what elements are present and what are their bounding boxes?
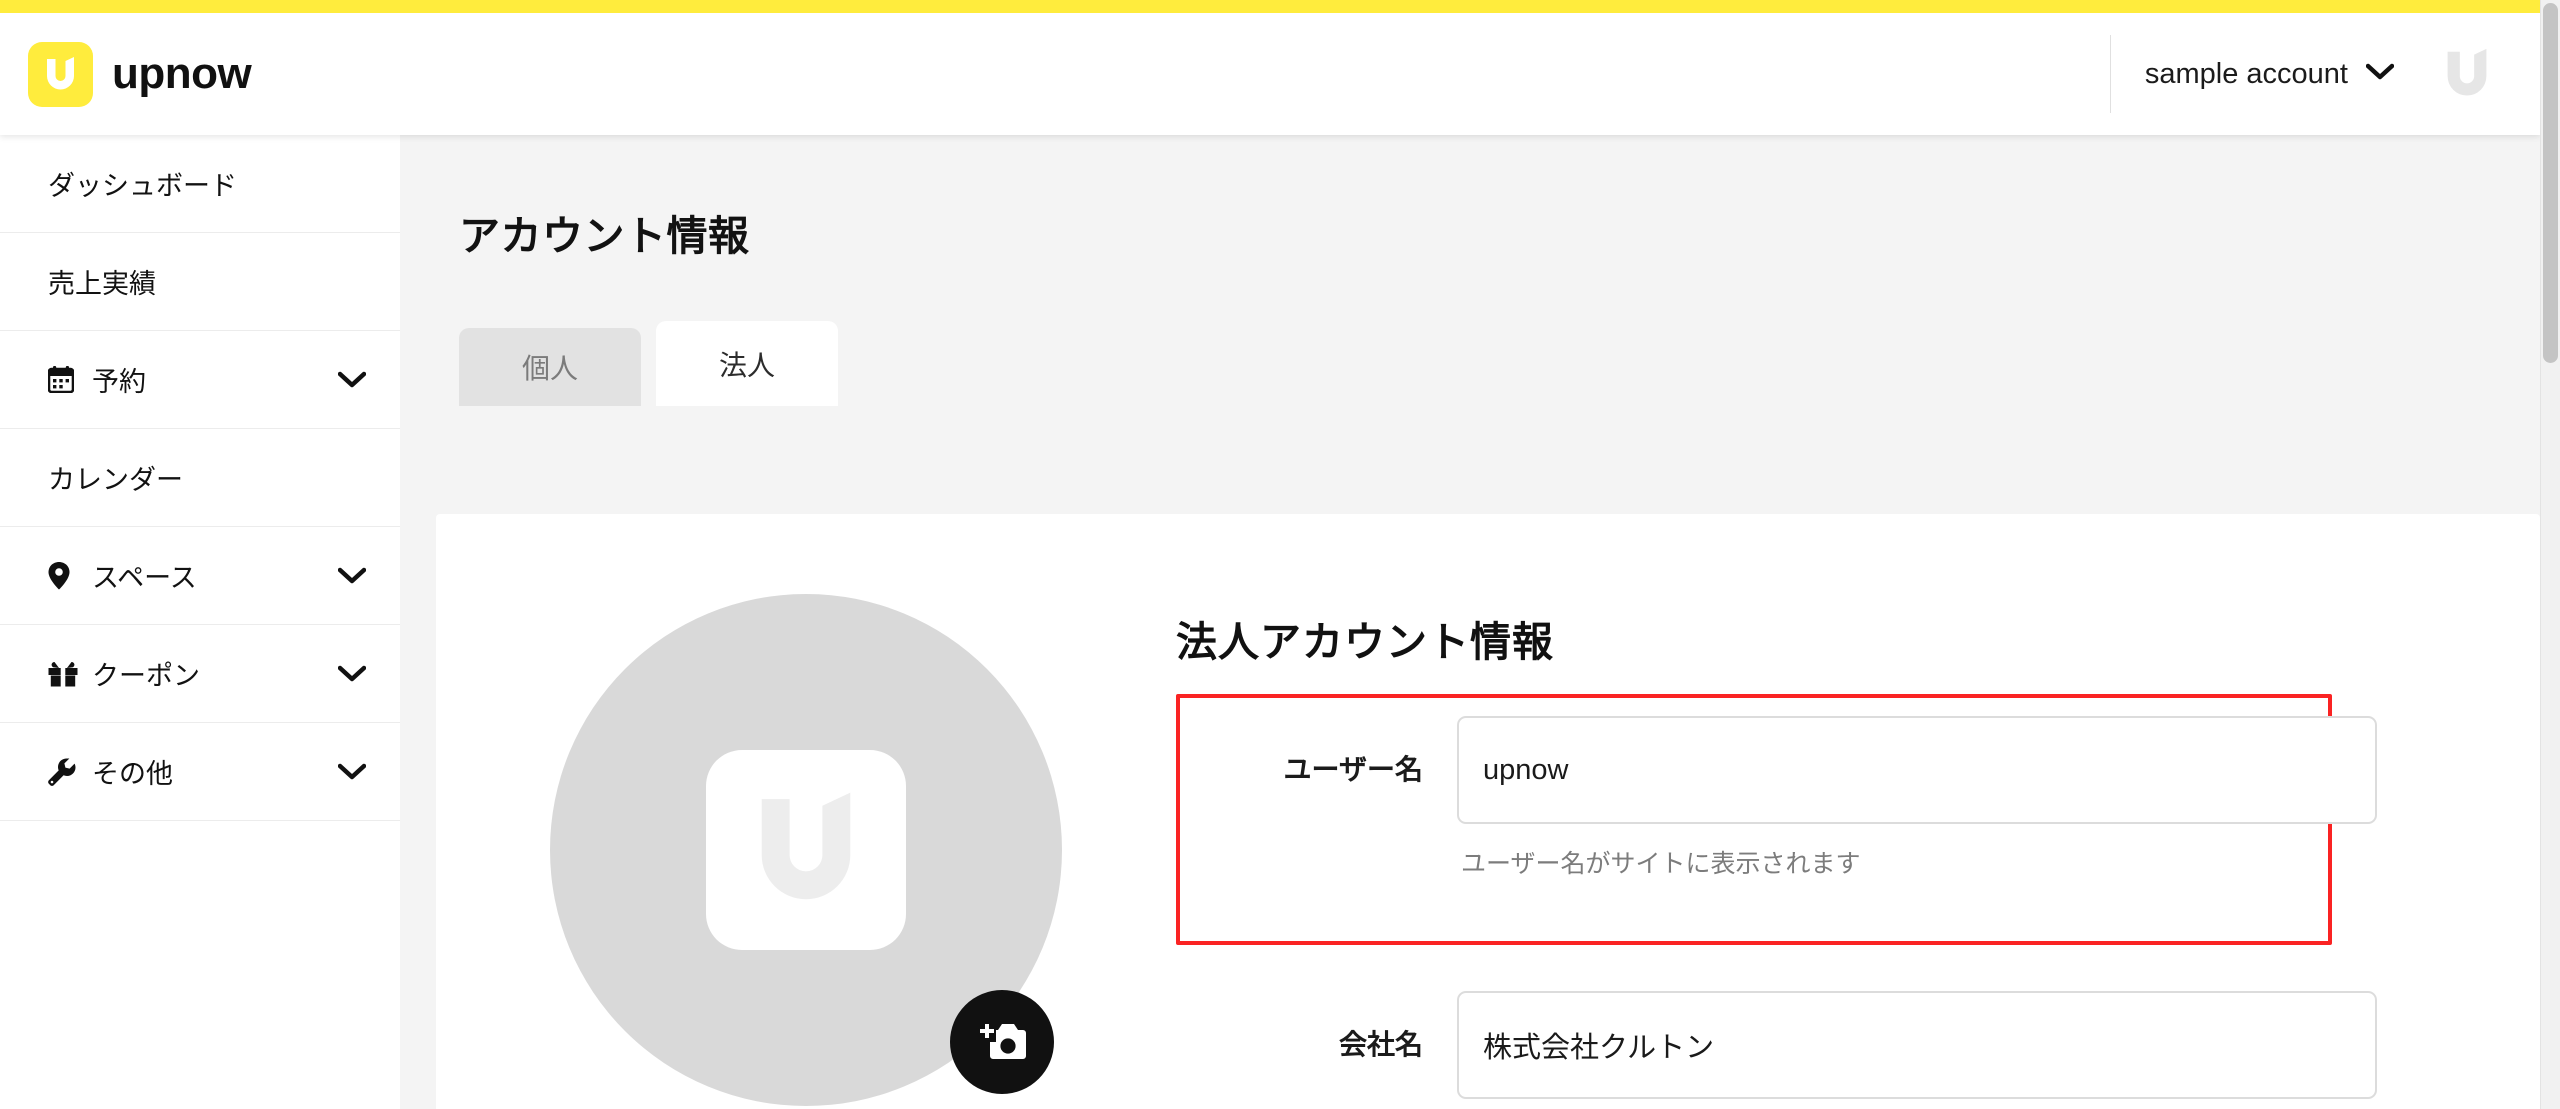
tab-label: 個人 (521, 353, 578, 384)
tab-personal[interactable]: 個人 (459, 328, 641, 406)
tab-label: 法人 (718, 349, 775, 381)
sidebar-item-space[interactable]: スペース (0, 527, 400, 625)
top-accent-bar (0, 0, 2540, 13)
map-pin-icon (48, 561, 82, 590)
field-username: ユーザー名 ユーザー名がサイトに表示されます (1212, 716, 2377, 880)
field-company-name: 会社名 (1212, 991, 2377, 1099)
brand-logo[interactable]: upnow (28, 41, 252, 107)
sidebar-nav: ダッシュボード 売上実績 予約 カレンダー スペース クーポン その他 (0, 135, 400, 1109)
sidebar-item-other[interactable]: その他 (0, 723, 400, 821)
sidebar-item-calendar[interactable]: カレンダー (0, 429, 400, 527)
account-form: 法人アカウント情報 ユーザー名 ユーザー名がサイトに表示されます 会社名 (1176, 576, 2540, 1109)
chevron-down-icon (2365, 63, 2395, 86)
sidebar-item-label: カレンダー (48, 465, 183, 495)
account-type-tabs: 個人 法人 (459, 321, 2540, 406)
sidebar-item-label: 予約 (92, 367, 146, 397)
page-scrollbar[interactable] (2540, 0, 2560, 1109)
chevron-down-icon[interactable] (338, 371, 366, 389)
sidebar-item-sales[interactable]: 売上実績 (0, 233, 400, 331)
chevron-down-icon[interactable] (338, 763, 366, 781)
wrench-icon (48, 757, 82, 786)
sidebar-item-label: クーポン (92, 661, 200, 691)
avatar[interactable] (2428, 35, 2506, 113)
header-right-cluster: sample account (2109, 13, 2540, 135)
field-label: ユーザー名 (1283, 754, 1423, 785)
form-heading: 法人アカウント情報 (1176, 619, 1554, 665)
app-header: upnow sample account (0, 13, 2540, 135)
gift-icon (48, 661, 82, 687)
calendar-icon (48, 366, 82, 393)
brand-name: upnow (112, 49, 252, 98)
sidebar-item-reservations[interactable]: 予約 (0, 331, 400, 429)
account-menu-button[interactable]: sample account (2111, 13, 2428, 135)
tab-corporate[interactable]: 法人 (656, 321, 838, 406)
username-input[interactable] (1457, 716, 2377, 824)
company-name-input[interactable] (1457, 991, 2377, 1099)
account-info-card: 画像を削除 法人アカウント情報 ユーザー名 ユーザー名がサイトに表示されます 会… (436, 514, 2540, 1109)
account-name-label: sample account (2144, 57, 2348, 90)
sidebar-item-label: スペース (92, 563, 197, 593)
page-title: アカウント情報 (459, 213, 750, 259)
username-help-text: ユーザー名がサイトに表示されます (1461, 850, 1861, 878)
chevron-down-icon[interactable] (338, 665, 366, 683)
scrollbar-thumb[interactable] (2543, 3, 2558, 363)
sidebar-item-coupon[interactable]: クーポン (0, 625, 400, 723)
chevron-down-icon[interactable] (338, 567, 366, 585)
add-photo-icon[interactable] (950, 990, 1054, 1094)
sidebar-item-label: その他 (92, 759, 173, 789)
avatar-section: 画像を削除 (436, 576, 1176, 1109)
field-label: 会社名 (1338, 1029, 1423, 1060)
upnow-u-placeholder-icon (706, 750, 906, 950)
sidebar-item-label: 売上実績 (48, 269, 156, 299)
sidebar-item-label: ダッシュボード (48, 171, 237, 201)
upnow-u-logo-icon (28, 41, 93, 107)
sidebar-item-dashboard[interactable]: ダッシュボード (0, 135, 400, 233)
main-content: アカウント情報 個人 法人 法人アカウント情報 ユーザー名 upnow ユーザー… (400, 135, 2540, 1109)
